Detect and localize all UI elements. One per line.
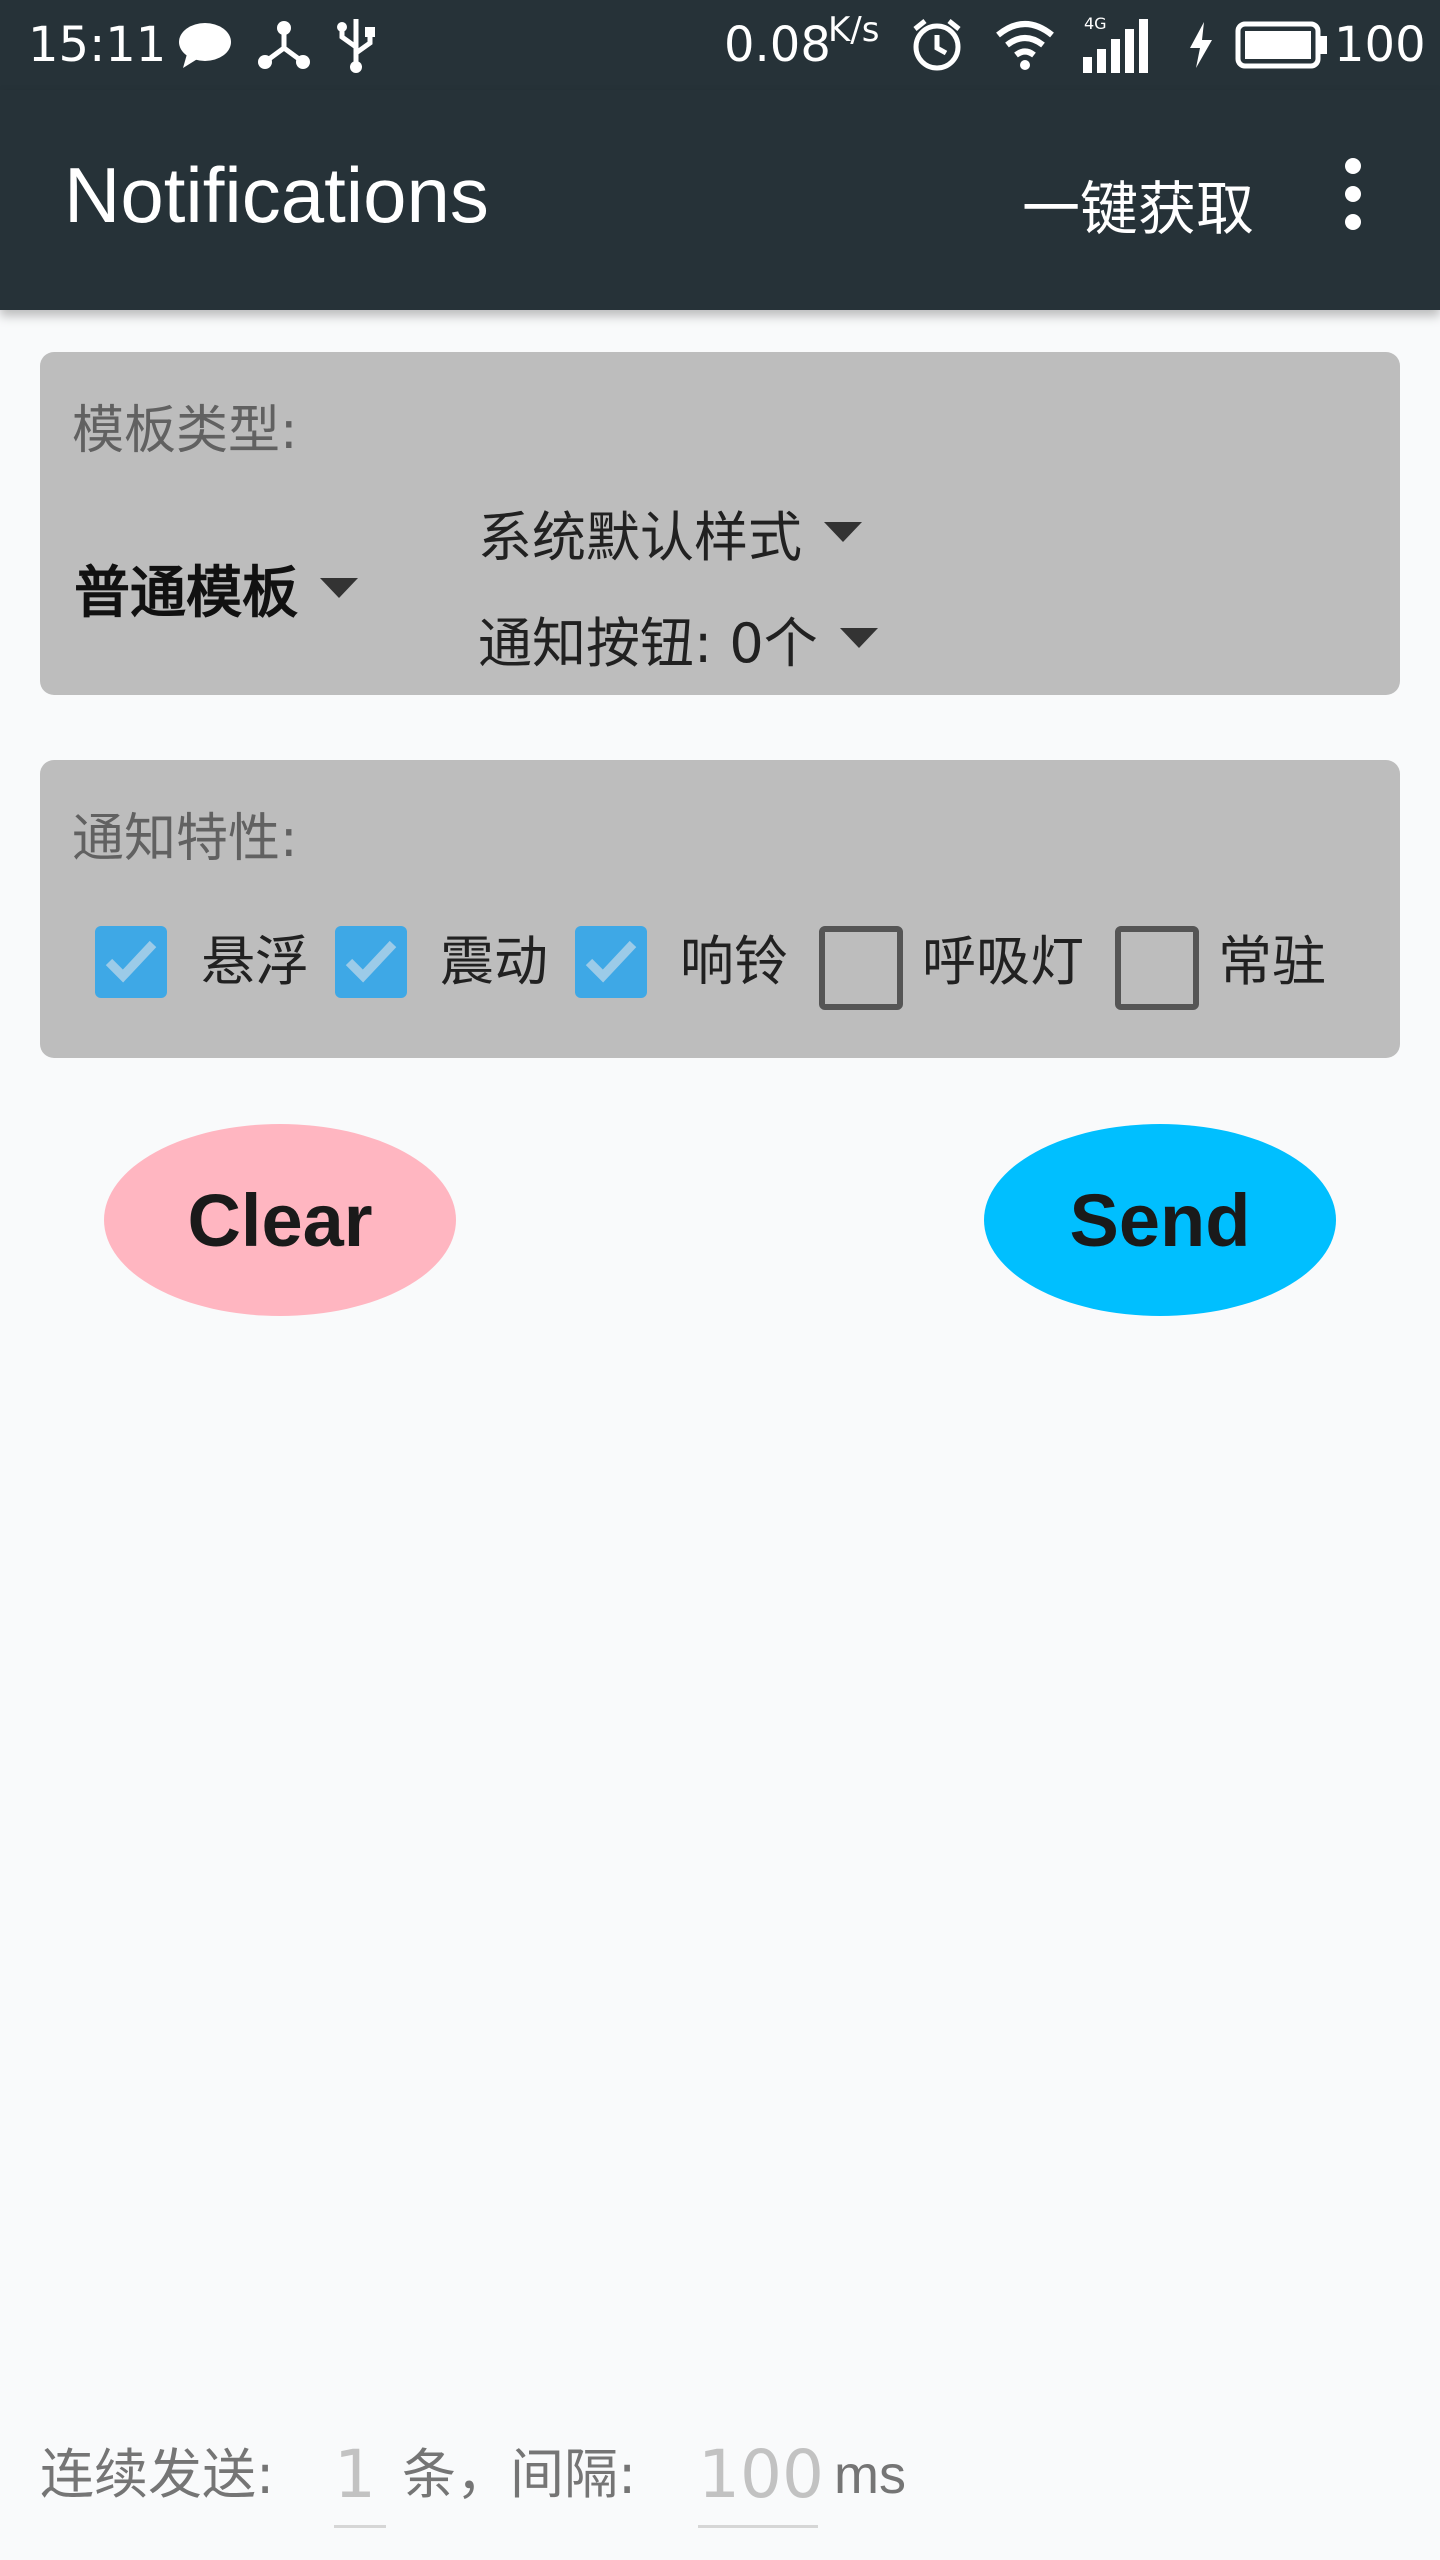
checkbox-vibrate[interactable] bbox=[335, 926, 407, 998]
template-type-label: 模板类型: bbox=[72, 401, 298, 461]
template-type-card: 模板类型: 普通模板 系统默认样式 通知按钮: 0个 bbox=[40, 352, 1400, 695]
clear-button[interactable]: Clear bbox=[104, 1124, 456, 1316]
chevron-down-icon bbox=[320, 578, 358, 598]
template-dropdown[interactable]: 普通模板 bbox=[74, 548, 358, 628]
wifi-icon bbox=[993, 15, 1057, 75]
checkbox-float[interactable] bbox=[95, 926, 167, 998]
usb-icon bbox=[333, 15, 379, 75]
notify-buttons-dropdown[interactable]: 通知按钮: 0个 bbox=[478, 598, 878, 678]
one-key-fetch-button[interactable]: 一键获取 bbox=[1022, 162, 1254, 246]
chevron-down-icon bbox=[824, 522, 862, 542]
interval-input[interactable]: 100 bbox=[698, 2425, 824, 2528]
checkbox-breathing-light[interactable] bbox=[819, 926, 903, 1010]
battery-icon bbox=[1234, 15, 1330, 75]
page-title: Notifications bbox=[64, 151, 489, 239]
count-unit-interval-label: 条，间隔: bbox=[402, 2443, 637, 2506]
features-checkbox-row: 悬浮 震动 响铃 呼吸灯 常驻 bbox=[95, 926, 1355, 1010]
chat-bubble-icon bbox=[175, 15, 235, 75]
checkbox-ring[interactable] bbox=[575, 926, 647, 998]
style-dropdown-value: 系统默认样式 bbox=[478, 505, 802, 569]
net-speed-unit: K/s bbox=[828, 10, 880, 50]
notify-buttons-dropdown-value: 通知按钮: 0个 bbox=[478, 611, 818, 675]
template-dropdown-value: 普通模板 bbox=[74, 560, 298, 626]
charging-icon bbox=[1183, 15, 1217, 75]
checkbox-breathing-light-label: 呼吸灯 bbox=[922, 930, 1084, 993]
app-bar: Notifications 一键获取 bbox=[0, 90, 1440, 310]
checkbox-persistent[interactable] bbox=[1115, 926, 1199, 1010]
checkbox-persistent-label: 常驻 bbox=[1218, 930, 1326, 993]
checkbox-ring-label: 响铃 bbox=[680, 930, 788, 993]
battery-level: 100 bbox=[1334, 17, 1426, 73]
notification-features-card: 通知特性: bbox=[40, 760, 1400, 1058]
status-bar: 15:11 0.08 K/s 4G 100 bbox=[0, 0, 1440, 90]
style-dropdown[interactable]: 系统默认样式 bbox=[478, 492, 862, 572]
share-icon bbox=[255, 15, 313, 75]
send-count-input[interactable]: 1 bbox=[334, 2425, 386, 2528]
checkbox-float-label: 悬浮 bbox=[201, 930, 309, 993]
signal-icon: 4G bbox=[1080, 15, 1160, 75]
send-button[interactable]: Send bbox=[984, 1124, 1336, 1316]
continuous-send-label: 连续发送: bbox=[40, 2443, 275, 2506]
checkbox-vibrate-label: 震动 bbox=[440, 930, 548, 993]
network-type: 4G bbox=[1084, 14, 1107, 33]
more-vert-icon[interactable] bbox=[1322, 146, 1382, 242]
chevron-down-icon bbox=[839, 628, 878, 648]
features-label: 通知特性: bbox=[72, 809, 298, 869]
status-time: 15:11 bbox=[28, 17, 167, 73]
alarm-icon bbox=[907, 15, 967, 75]
net-speed: 0.08 bbox=[724, 17, 831, 73]
interval-unit-label: ms bbox=[834, 2445, 906, 2505]
